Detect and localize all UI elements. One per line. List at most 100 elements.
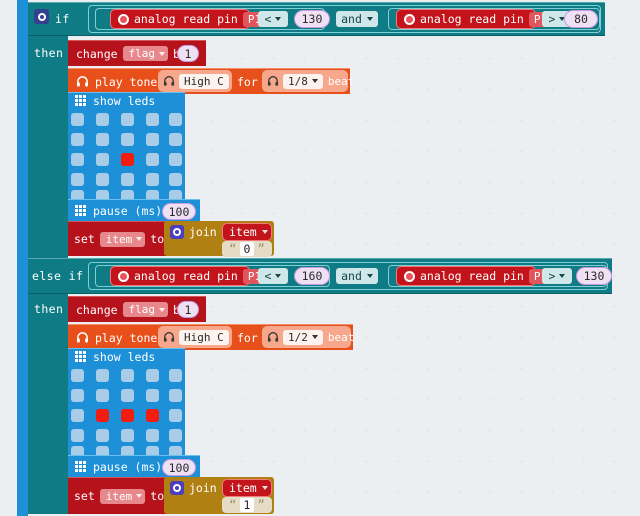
analog-read-label-4: analog read pin bbox=[420, 269, 524, 283]
beat-dropdown-2[interactable]: 1/2 bbox=[283, 329, 323, 345]
analog-read-pin-block-4[interactable]: analog read pin P1 bbox=[396, 266, 560, 286]
chevron-down-icon bbox=[136, 494, 143, 498]
number-value-1: 130 bbox=[301, 12, 323, 26]
gear-icon[interactable] bbox=[170, 481, 184, 495]
led-cell[interactable] bbox=[121, 153, 134, 166]
join-arg1-block-2[interactable]: item bbox=[222, 479, 272, 497]
parent-stack-bar[interactable] bbox=[17, 0, 28, 516]
led-cell[interactable] bbox=[169, 409, 182, 422]
led-cell[interactable] bbox=[96, 389, 109, 402]
led-cell[interactable] bbox=[169, 389, 182, 402]
led-cell[interactable] bbox=[169, 173, 182, 186]
led-cell[interactable] bbox=[96, 133, 109, 146]
open-quote: “ bbox=[229, 242, 237, 256]
led-cell[interactable] bbox=[146, 113, 159, 126]
led-matrix-2[interactable] bbox=[68, 366, 185, 459]
led-cell[interactable] bbox=[71, 153, 84, 166]
led-cell[interactable] bbox=[169, 113, 182, 126]
led-cell[interactable] bbox=[71, 409, 84, 422]
note-value-1: High C bbox=[179, 73, 229, 89]
else-if-label: else if bbox=[32, 269, 84, 283]
item-variable-dropdown-2[interactable]: item bbox=[99, 488, 146, 504]
led-cell[interactable] bbox=[96, 409, 109, 422]
led-cell[interactable] bbox=[96, 153, 109, 166]
led-cell[interactable] bbox=[71, 369, 84, 382]
led-matrix-1[interactable] bbox=[68, 110, 185, 203]
join-arg2-field-2[interactable]: “ 1 ” bbox=[222, 497, 272, 513]
led-cell[interactable] bbox=[169, 429, 182, 442]
led-cell[interactable] bbox=[169, 133, 182, 146]
tone-note-field-1[interactable]: High C bbox=[158, 70, 232, 92]
led-cell[interactable] bbox=[96, 173, 109, 186]
join-arg2-field-1[interactable]: “ 0 ” bbox=[222, 241, 272, 257]
tone-note-field-2[interactable]: High C bbox=[158, 326, 232, 348]
led-cell[interactable] bbox=[169, 369, 182, 382]
led-cell[interactable] bbox=[71, 133, 84, 146]
led-cell[interactable] bbox=[146, 173, 159, 186]
pause-label-1: pause (ms) bbox=[93, 204, 163, 218]
led-cell[interactable] bbox=[96, 113, 109, 126]
led-cell[interactable] bbox=[71, 389, 84, 402]
led-cell[interactable] bbox=[146, 409, 159, 422]
operator-dropdown-1[interactable]: < bbox=[258, 11, 288, 27]
operator-dropdown-4[interactable]: > bbox=[542, 268, 572, 284]
number-field-3[interactable]: 160 bbox=[294, 267, 330, 285]
beat-field-1[interactable]: 1/8 beat bbox=[262, 70, 354, 92]
number-field-2[interactable]: 80 bbox=[564, 10, 598, 28]
join-arg1-block-1[interactable]: item bbox=[222, 223, 272, 241]
flag-variable-value-2: flag bbox=[128, 303, 156, 316]
led-cell[interactable] bbox=[121, 429, 134, 442]
item-variable-value-2: item bbox=[105, 489, 133, 503]
item-variable-value-1: item bbox=[105, 232, 133, 246]
led-cell[interactable] bbox=[71, 429, 84, 442]
beat-dropdown-1[interactable]: 1/8 bbox=[283, 73, 323, 89]
blocks-workspace[interactable]: if analog read pin P1 < 130 and analog r… bbox=[0, 0, 640, 516]
led-cell[interactable] bbox=[169, 153, 182, 166]
led-cell[interactable] bbox=[121, 113, 134, 126]
operator-dropdown-3[interactable]: < bbox=[258, 268, 288, 284]
flag-variable-dropdown-2[interactable]: flag bbox=[122, 302, 169, 317]
led-cell[interactable] bbox=[121, 369, 134, 382]
analog-read-label-2: analog read pin bbox=[420, 12, 524, 26]
led-cell[interactable] bbox=[121, 389, 134, 402]
analog-read-pin-block-2[interactable]: analog read pin P1 bbox=[396, 9, 560, 29]
show-leds-label-2: show leds bbox=[93, 350, 156, 364]
pause-value-field-2[interactable]: 100 bbox=[162, 459, 196, 476]
led-cell[interactable] bbox=[96, 369, 109, 382]
led-cell[interactable] bbox=[121, 133, 134, 146]
gear-icon[interactable] bbox=[170, 225, 184, 239]
analog-read-pin-block-1[interactable]: analog read pin P1 bbox=[110, 9, 274, 29]
set-variable-block-1[interactable]: set item to bbox=[68, 221, 168, 256]
operator-value-3: < bbox=[264, 269, 272, 283]
item-variable-dropdown-1[interactable]: item bbox=[99, 231, 146, 247]
flag-variable-dropdown-1[interactable]: flag bbox=[122, 46, 169, 61]
chevron-down-icon bbox=[366, 274, 373, 278]
led-cell[interactable] bbox=[71, 113, 84, 126]
led-cell[interactable] bbox=[71, 173, 84, 186]
led-cell[interactable] bbox=[146, 133, 159, 146]
led-cell[interactable] bbox=[146, 429, 159, 442]
gear-icon[interactable] bbox=[34, 9, 49, 24]
pin-circle-icon bbox=[118, 13, 129, 25]
number-field-4[interactable]: 130 bbox=[576, 267, 612, 285]
pause-label-2: pause (ms) bbox=[93, 460, 163, 474]
beat-value-2: 1/2 bbox=[288, 330, 308, 344]
change-amount-field-2[interactable]: 1 bbox=[177, 301, 199, 318]
chevron-down-icon bbox=[311, 335, 318, 339]
for-label-1: for bbox=[237, 75, 258, 89]
and-dropdown-2[interactable]: and bbox=[336, 268, 378, 284]
change-amount-field-1[interactable]: 1 bbox=[177, 45, 199, 62]
led-cell[interactable] bbox=[146, 389, 159, 402]
led-cell[interactable] bbox=[121, 173, 134, 186]
led-cell[interactable] bbox=[146, 153, 159, 166]
set-variable-block-2[interactable]: set item to bbox=[68, 477, 168, 514]
pause-value-field-1[interactable]: 100 bbox=[162, 203, 196, 220]
led-cell[interactable] bbox=[121, 409, 134, 422]
beat-field-2[interactable]: 1/2 beat bbox=[262, 326, 354, 348]
and-dropdown-1[interactable]: and bbox=[336, 11, 378, 27]
headphone-icon bbox=[163, 331, 175, 343]
led-cell[interactable] bbox=[96, 429, 109, 442]
led-cell[interactable] bbox=[146, 369, 159, 382]
analog-read-pin-block-3[interactable]: analog read pin P1 bbox=[110, 266, 274, 286]
number-field-1[interactable]: 130 bbox=[294, 10, 330, 28]
